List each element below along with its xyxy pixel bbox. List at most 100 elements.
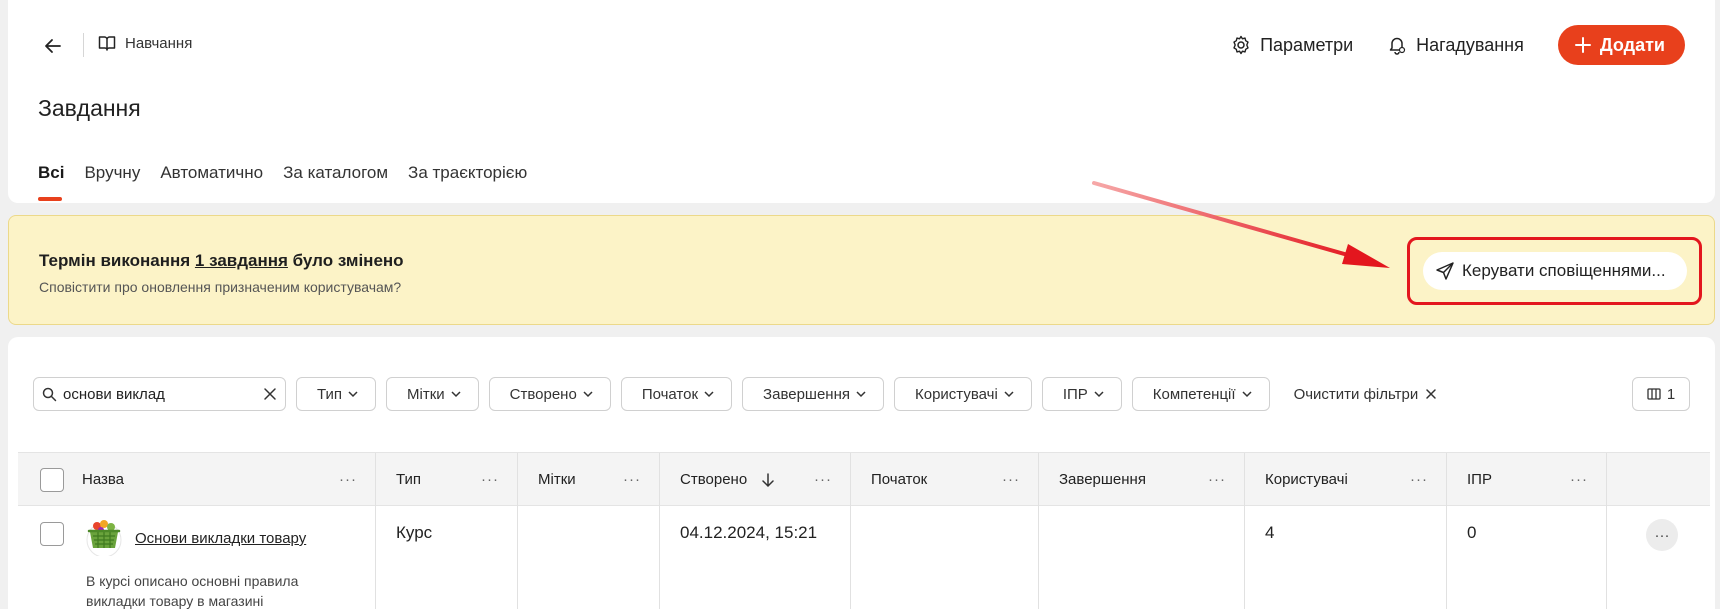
table-row[interactable]: Основи викладки товару В курсі описано о…: [18, 506, 1710, 609]
filter-label: ІПР: [1062, 385, 1088, 403]
select-all-checkbox[interactable]: [40, 467, 64, 492]
chevron-down-icon: [856, 391, 866, 398]
column-label: Користувачі: [1265, 471, 1348, 488]
banner-subtitle: Сповістити про оновлення призначеним кор…: [39, 279, 402, 295]
column-menu-icon[interactable]: ···: [1002, 471, 1020, 488]
column-label: Завершення: [1059, 471, 1146, 488]
chevron-down-icon: [348, 391, 358, 398]
table-header: Назва ··· Тип ··· Мітки ··· Створено ···…: [18, 452, 1710, 506]
bell-icon: [1389, 37, 1406, 55]
tab-manual[interactable]: Вручну: [84, 163, 140, 183]
row-menu-button[interactable]: ···: [1646, 519, 1678, 551]
reminders-label: Нагадування: [1416, 34, 1524, 55]
filter-tags[interactable]: Мітки: [386, 377, 479, 411]
banner-task-link[interactable]: 1 завдання: [195, 251, 288, 270]
plus-icon: [1574, 37, 1591, 53]
add-button[interactable]: Додати: [1557, 25, 1685, 65]
column-menu-icon[interactable]: ···: [339, 471, 357, 488]
column-header-created: Створено ···: [660, 453, 851, 506]
columns-icon: [1647, 388, 1661, 400]
breadcrumb[interactable]: Навчання: [98, 34, 192, 52]
course-description: В курсі описано основні правила викладки…: [86, 573, 299, 609]
manage-notifications-label: Керувати сповіщеннями...: [1462, 261, 1666, 280]
clear-filters-button[interactable]: Очистити фільтри: [1294, 386, 1438, 403]
cell-type: Курс: [376, 506, 518, 609]
sort-down-icon[interactable]: [761, 472, 775, 488]
column-menu-icon[interactable]: ···: [1410, 471, 1428, 488]
filter-end[interactable]: Завершення: [742, 377, 884, 411]
columns-button[interactable]: 1: [1632, 377, 1690, 411]
filter-label: Створено: [509, 385, 577, 403]
column-menu-icon[interactable]: ···: [1570, 471, 1588, 488]
filter-label: Компетенції: [1152, 385, 1236, 403]
back-button[interactable]: [40, 33, 66, 59]
close-icon: [1426, 389, 1436, 399]
banner-title-prefix: Термін виконання: [39, 251, 195, 270]
settings-label: Параметри: [1260, 34, 1354, 55]
column-header-users: Користувачі ···: [1245, 453, 1447, 506]
column-label: Створено: [680, 471, 748, 488]
cell-start: [851, 506, 1039, 609]
cell-value: 0: [1467, 523, 1477, 542]
cell-users: 4: [1245, 506, 1447, 609]
filter-type[interactable]: Тип: [296, 377, 377, 411]
cell-value: Курс: [396, 523, 433, 542]
column-menu-icon[interactable]: ···: [814, 471, 832, 488]
column-menu-icon[interactable]: ···: [623, 471, 641, 488]
column-label: Початок: [871, 471, 928, 488]
cell-tags: [518, 506, 660, 609]
search-input[interactable]: основи виклад: [33, 377, 286, 411]
columns-count: 1: [1666, 385, 1676, 403]
gear-icon: [1233, 35, 1249, 55]
tasks-table: Назва ··· Тип ··· Мітки ··· Створено ···…: [18, 452, 1710, 609]
column-menu-icon[interactable]: ···: [481, 471, 499, 488]
column-header-tags: Мітки ···: [518, 453, 660, 506]
column-header-start: Початок ···: [851, 453, 1039, 506]
row-checkbox[interactable]: [40, 522, 64, 546]
reminders-button[interactable]: Нагадування: [1387, 35, 1524, 56]
filter-ipr[interactable]: ІПР: [1041, 377, 1122, 411]
filter-label: Мітки: [407, 385, 445, 403]
close-icon[interactable]: [263, 387, 277, 401]
cell-name: Основи викладки товару В курсі описано о…: [18, 506, 376, 609]
filter-competencies[interactable]: Компетенції: [1131, 377, 1270, 411]
tab-catalog[interactable]: За каталогом: [283, 163, 388, 183]
banner-title: Термін виконання 1 завдання було змінено: [39, 251, 404, 271]
tab-all[interactable]: Всі: [38, 163, 64, 201]
basket-icon: [86, 520, 122, 556]
cell-value: 4: [1265, 523, 1275, 542]
manage-notifications-button[interactable]: Керувати сповіщеннями...: [1423, 252, 1687, 290]
tab-trajectory[interactable]: За траєкторією: [408, 163, 527, 183]
settings-button[interactable]: Параметри: [1231, 35, 1353, 56]
search-value: основи виклад: [63, 385, 165, 403]
column-header-name: Назва ···: [18, 453, 376, 506]
filter-created[interactable]: Створено: [488, 377, 611, 411]
filter-label: Завершення: [763, 385, 850, 403]
arrow-left-icon: [45, 39, 61, 53]
header-divider: [83, 33, 84, 57]
chevron-down-icon: [1004, 391, 1014, 398]
column-label: Тип: [396, 471, 422, 488]
chevron-down-icon: [1094, 391, 1104, 398]
chevron-down-icon: [1242, 391, 1252, 398]
chevron-down-icon: [704, 391, 714, 398]
header-actions: Параметри Нагадування Додати: [1231, 25, 1685, 65]
column-label: Мітки: [538, 471, 576, 488]
column-label: Назва: [82, 471, 125, 488]
column-menu-icon[interactable]: ···: [1208, 471, 1226, 488]
add-label: Додати: [1599, 34, 1665, 55]
column-header-end: Завершення ···: [1039, 453, 1245, 506]
filter-label: Тип: [317, 385, 343, 403]
filter-users[interactable]: Користувачі: [894, 377, 1032, 411]
cell-value: 04.12.2024, 15:21: [680, 523, 818, 542]
chevron-down-icon: [583, 391, 593, 398]
tab-bar: Всі Вручну Автоматично За каталогом За т…: [38, 163, 527, 201]
tab-automatic[interactable]: Автоматично: [160, 163, 263, 183]
cell-created: 04.12.2024, 15:21: [660, 506, 851, 609]
breadcrumb-label: Навчання: [125, 34, 193, 52]
clear-filters-label: Очистити фільтри: [1293, 385, 1419, 403]
filter-start[interactable]: Початок: [620, 377, 733, 411]
course-name-link[interactable]: Основи викладки товару: [135, 530, 306, 547]
filter-label: Користувачі: [915, 385, 998, 403]
column-label: ІПР: [1467, 471, 1492, 488]
